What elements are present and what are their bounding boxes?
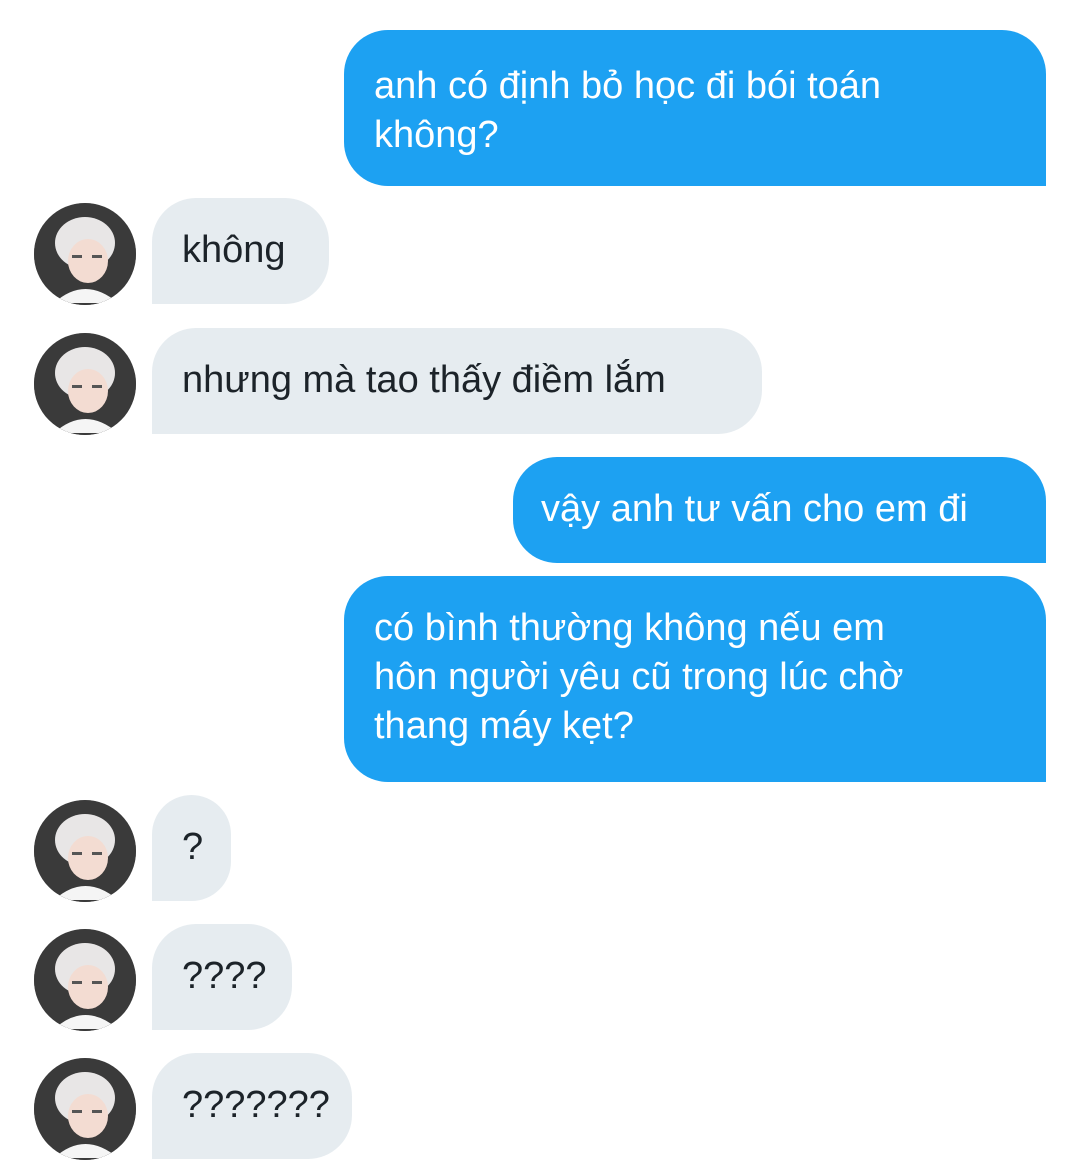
received-message-bubble[interactable]: không [152, 198, 329, 304]
contact-avatar[interactable] [34, 1058, 136, 1160]
avatar-portrait-icon [34, 929, 136, 1031]
avatar-portrait-icon [34, 1058, 136, 1160]
avatar-portrait-icon [34, 203, 136, 305]
avatar-portrait-icon [34, 800, 136, 902]
conversation-thread: anh có định bỏ học đi bói toán không? kh… [0, 0, 1080, 1173]
contact-avatar[interactable] [34, 203, 136, 305]
contact-avatar[interactable] [34, 929, 136, 1031]
avatar-portrait-icon [34, 333, 136, 435]
received-message-bubble[interactable]: nhưng mà tao thấy điềm lắm [152, 328, 762, 434]
sent-message-bubble[interactable]: anh có định bỏ học đi bói toán không? [344, 30, 1046, 186]
received-message-bubble[interactable]: ???? [152, 924, 292, 1030]
contact-avatar[interactable] [34, 800, 136, 902]
received-message-bubble[interactable]: ??????? [152, 1053, 352, 1159]
sent-message-bubble[interactable]: có bình thường không nếu em hôn người yê… [344, 576, 1046, 782]
contact-avatar[interactable] [34, 333, 136, 435]
received-message-bubble[interactable]: ? [152, 795, 231, 901]
sent-message-bubble[interactable]: vậy anh tư vấn cho em đi [513, 457, 1046, 563]
